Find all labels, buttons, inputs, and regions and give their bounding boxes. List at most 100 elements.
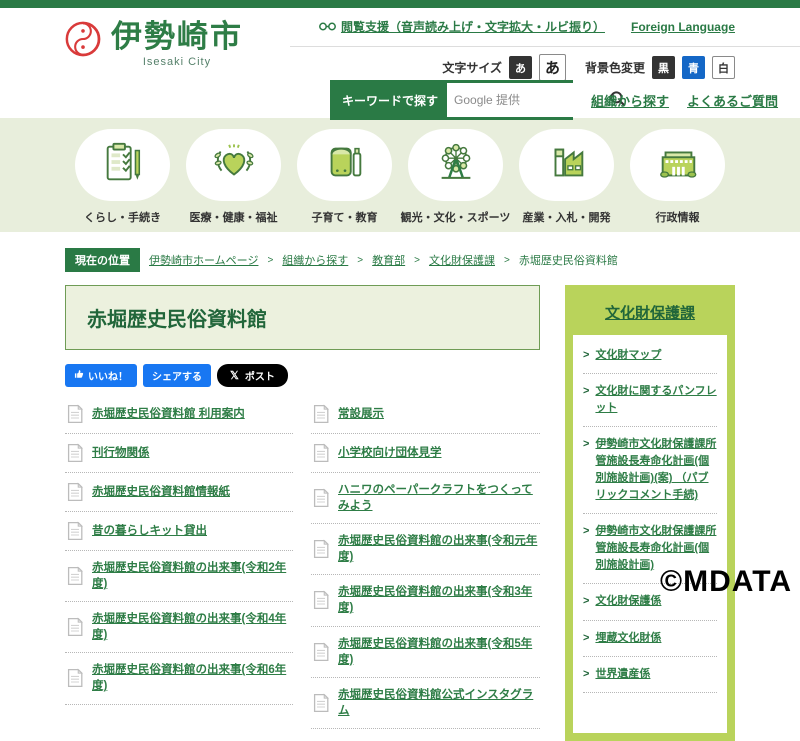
content-link[interactable]: 赤堀歴史民俗資料館の出来事(令和4年度) [92, 611, 291, 643]
site-logo[interactable]: 伊勢崎市 Isesaki City [64, 20, 243, 68]
nav-item-kurashi[interactable]: くらし・手続き [67, 129, 178, 232]
list-item: 赤堀歴史民俗資料館の出来事(令和6年度) [65, 653, 293, 704]
content-link[interactable]: 赤堀歴史民俗資料館の出来事(令和元年度) [338, 533, 538, 565]
city-name: 伊勢崎市 [111, 20, 243, 54]
page-title-box: 赤堀歴史民俗資料館 [65, 285, 540, 350]
list-item: 刊行物関係 [65, 434, 293, 473]
foreign-language-link[interactable]: Foreign Language [631, 20, 735, 34]
list-item: 赤堀歴史民俗資料館 利用案内 [65, 395, 293, 434]
x-post-button[interactable]: 𝕏 ポスト [217, 364, 288, 387]
sidebar-link[interactable]: 伊勢崎市文化財保護課所管施設長寿命化計画(個別施設計画)(案) （パブリックコメ… [595, 436, 717, 504]
breadcrumb-current: 赤堀歴史民俗資料館 [519, 252, 618, 268]
breadcrumb-dept-link[interactable]: 教育部 [372, 252, 405, 268]
sidebar-item: > 文化財に関するパンフレット [583, 374, 717, 427]
factory-icon [544, 140, 590, 191]
content-link[interactable]: 小学校向け団体見学 [338, 445, 442, 461]
document-icon [67, 482, 83, 502]
list-item: 赤堀歴史民俗資料館の出来事(令和3年度) [311, 575, 540, 626]
chevron-right-icon: > [583, 436, 589, 504]
content-link[interactable]: 赤堀歴史民俗資料館の出来事(令和2年度) [92, 560, 291, 592]
watermark: ©MDATA [660, 565, 792, 599]
accessibility-link[interactable]: 閲覧支援（音声読み上げ・文字拡大・ルビ振り） [319, 18, 605, 35]
bg-color-label: 背景色変更 [585, 59, 645, 76]
document-icon [313, 404, 329, 424]
sidebar-link[interactable]: 世界遺産係 [595, 666, 650, 683]
sidebar-item: > 世界遺産係 [583, 657, 717, 693]
list-item: ハニワのペーパークラフトをつくってみよう [311, 473, 540, 524]
document-icon [313, 642, 329, 662]
content-link[interactable]: 赤堀歴史民俗資料館の出来事(令和6年度) [92, 662, 291, 694]
content-link[interactable]: 赤堀歴史民俗資料館の出来事(令和3年度) [338, 584, 538, 616]
list-item: 赤堀歴史民俗資料館の出来事(令和2年度) [65, 551, 293, 602]
font-size-large-button[interactable]: あ [539, 54, 566, 81]
sidebar-link[interactable]: 埋蔵文化財係 [595, 630, 661, 647]
site-header: 伊勢崎市 Isesaki City 閲覧支援（音声読み上げ・文字拡大・ルビ振り）… [0, 8, 800, 118]
bg-white-button[interactable]: 白 [712, 56, 735, 79]
search-input[interactable] [454, 93, 609, 107]
breadcrumb-org-link[interactable]: 組織から探す [282, 252, 348, 268]
top-accent-bar [0, 0, 800, 8]
content-link[interactable]: ハニワのペーパークラフトをつくってみよう [338, 482, 538, 514]
bg-blue-button[interactable]: 青 [682, 56, 705, 79]
nav-item-sangyo[interactable]: 産業・入札・開発 [511, 129, 622, 232]
nav-item-kanko[interactable]: 観光・文化・スポーツ [400, 129, 511, 232]
sidebar-link[interactable]: 文化財に関するパンフレット [595, 383, 717, 417]
breadcrumb-home-link[interactable]: 伊勢崎市ホームページ [149, 252, 258, 268]
chevron-right-icon: > [583, 347, 589, 364]
list-item: 小学校向け団体見学 [311, 434, 540, 473]
nav-item-gyosei[interactable]: 行政情報 [622, 129, 733, 232]
content-link[interactable]: 赤堀歴史民俗資料館情報紙 [92, 484, 230, 500]
document-icon [313, 590, 329, 610]
content-link[interactable]: 刊行物関係 [92, 445, 150, 461]
sidebar-item: > 伊勢崎市文化財保護課所管施設長寿命化計画(個別施設計画)(案) （パブリック… [583, 427, 717, 514]
org-search-link[interactable]: 組織から探す [591, 91, 669, 110]
sidebar-title-link[interactable]: 文化財保護課 [605, 305, 695, 322]
list-item: 赤堀歴史民俗資料館の出来事(令和5年度) [311, 627, 540, 678]
breadcrumb-division-link[interactable]: 文化財保護課 [429, 252, 495, 268]
document-icon [67, 566, 83, 586]
sidebar-link-list: > 文化財マップ > 文化財に関するパンフレット > 伊勢崎市文化財保護課所管施… [573, 335, 727, 733]
sidebar-item: > 文化財マップ [583, 338, 717, 374]
list-item: 赤堀歴史民俗資料館の出来事(令和4年度) [65, 602, 293, 653]
chevron-right-icon: > [583, 383, 589, 417]
document-icon [313, 539, 329, 559]
breadcrumb-label: 現在の位置 [65, 248, 140, 272]
sidebar-link[interactable]: 文化財保護係 [595, 593, 661, 610]
chevron-right-icon: > [267, 255, 273, 266]
sidebar-item: > 埋蔵文化財係 [583, 621, 717, 657]
link-list-right: 常設展示 小学校向け団体見学 [311, 395, 540, 729]
content-link[interactable]: 赤堀歴史民俗資料館 利用案内 [92, 406, 245, 422]
document-icon [67, 617, 83, 637]
chevron-right-icon: > [583, 666, 589, 683]
content-link[interactable]: 赤堀歴史民俗資料館公式インスタグラム [338, 687, 538, 719]
font-size-label: 文字サイズ [442, 59, 502, 76]
chevron-right-icon: > [583, 523, 589, 574]
city-emblem-icon [64, 20, 102, 63]
font-size-small-button[interactable]: あ [509, 56, 532, 79]
category-nav: くらし・手続き 医療・健康・福祉 子育て・教育 [0, 118, 800, 232]
content-link[interactable]: 昔の暮らしキット貸出 [92, 523, 207, 539]
nav-item-iryo[interactable]: 医療・健康・福祉 [178, 129, 289, 232]
glasses-icon [319, 20, 336, 34]
breadcrumb: 現在の位置 伊勢崎市ホームページ > 組織から探す > 教育部 > 文化財保護課… [65, 248, 735, 272]
bg-black-button[interactable]: 黒 [652, 56, 675, 79]
page-title: 赤堀歴史民俗資料館 [87, 303, 518, 332]
government-building-icon [655, 140, 701, 191]
content-link[interactable]: 赤堀歴史民俗資料館の出来事(令和5年度) [338, 636, 538, 668]
search-label: キーワードで探す [333, 83, 447, 117]
list-item: 赤堀歴史民俗資料館公式インスタグラム [311, 678, 540, 729]
facebook-like-button[interactable]: いいね！ [65, 364, 137, 387]
content-link[interactable]: 常設展示 [338, 406, 384, 422]
header-divider [290, 46, 800, 47]
document-icon [313, 443, 329, 463]
list-item: 常設展示 [311, 395, 540, 434]
document-icon [67, 404, 83, 424]
faq-link[interactable]: よくあるご質問 [687, 91, 778, 110]
keyword-search-box: キーワードで探す [330, 80, 573, 120]
chevron-right-icon: > [357, 255, 363, 266]
nav-item-kosodate[interactable]: 子育て・教育 [289, 129, 400, 232]
division-sidebar: 文化財保護課 > 文化財マップ > 文化財に関するパンフレット [565, 285, 735, 741]
sidebar-link[interactable]: 文化財マップ [595, 347, 661, 364]
facebook-share-button[interactable]: シェアする [143, 364, 211, 387]
thumbs-up-icon [74, 369, 84, 382]
